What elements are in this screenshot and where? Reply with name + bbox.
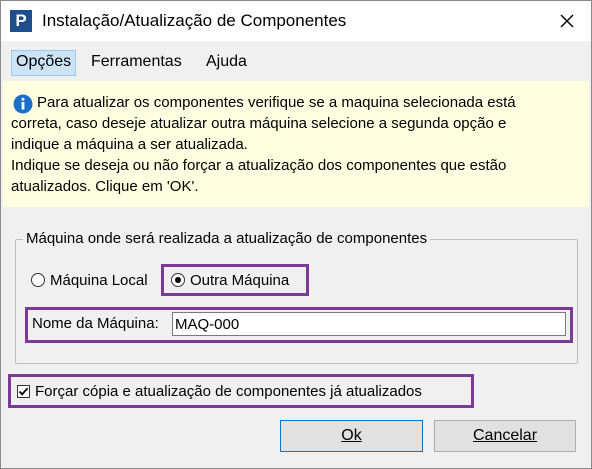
window-title: Instalação/Atualização de Componentes xyxy=(42,11,347,30)
close-icon xyxy=(560,14,574,28)
ok-button[interactable]: Ok xyxy=(280,420,423,452)
info-text-line: Indique se deseja ou não forçar a atuali… xyxy=(11,157,507,174)
checkmark-icon xyxy=(18,387,29,396)
app-logo-icon: P xyxy=(10,10,32,32)
radio-local-circle[interactable] xyxy=(31,273,45,287)
close-button[interactable] xyxy=(553,7,581,35)
radio-other-label: Outra Máquina xyxy=(190,271,290,289)
force-update-checkbox[interactable] xyxy=(17,384,30,398)
info-icon xyxy=(13,94,33,114)
menu-ferramentas[interactable]: Ferramentas xyxy=(87,50,186,74)
force-update-label: Forçar cópia e atualização de componente… xyxy=(35,382,422,400)
machine-groupbox xyxy=(15,239,578,364)
info-text-line: Para atualizar os componentes verifique … xyxy=(37,94,516,111)
menu-ajuda[interactable]: Ajuda xyxy=(202,50,251,74)
radio-other-circle[interactable] xyxy=(171,273,185,287)
force-update-checkbox-row[interactable]: Forçar cópia e atualização de componente… xyxy=(17,381,422,401)
machine-group-legend: Máquina onde será realizada a atualizaçã… xyxy=(23,230,431,247)
title-bar: P Instalação/Atualização de Componentes xyxy=(1,1,591,41)
radio-local-label: Máquina Local xyxy=(50,271,148,289)
info-text-line: atualizados. Clique em 'OK'. xyxy=(11,178,199,195)
info-text-line: indique a máquina a ser atualizada. xyxy=(11,136,248,153)
menu-bar: Opções Ferramentas Ajuda xyxy=(1,47,591,77)
dialog-window: P Instalação/Atualização de Componentes … xyxy=(0,0,592,469)
machine-name-label: Nome da Máquina: xyxy=(32,315,159,332)
machine-name-input[interactable] xyxy=(172,312,566,336)
info-text-line: correta, caso deseje atualizar outra máq… xyxy=(11,115,507,132)
cancel-button[interactable]: Cancelar xyxy=(434,420,576,452)
menu-opcoes[interactable]: Opções xyxy=(11,50,77,76)
radio-other-machine[interactable]: Outra Máquina xyxy=(171,269,289,291)
cancel-button-label: Cancelar xyxy=(472,427,538,444)
radio-local-machine[interactable]: Máquina Local xyxy=(31,269,148,291)
info-panel: Para atualizar os componentes verifique … xyxy=(3,81,589,207)
ok-button-label: Ok xyxy=(341,427,362,444)
